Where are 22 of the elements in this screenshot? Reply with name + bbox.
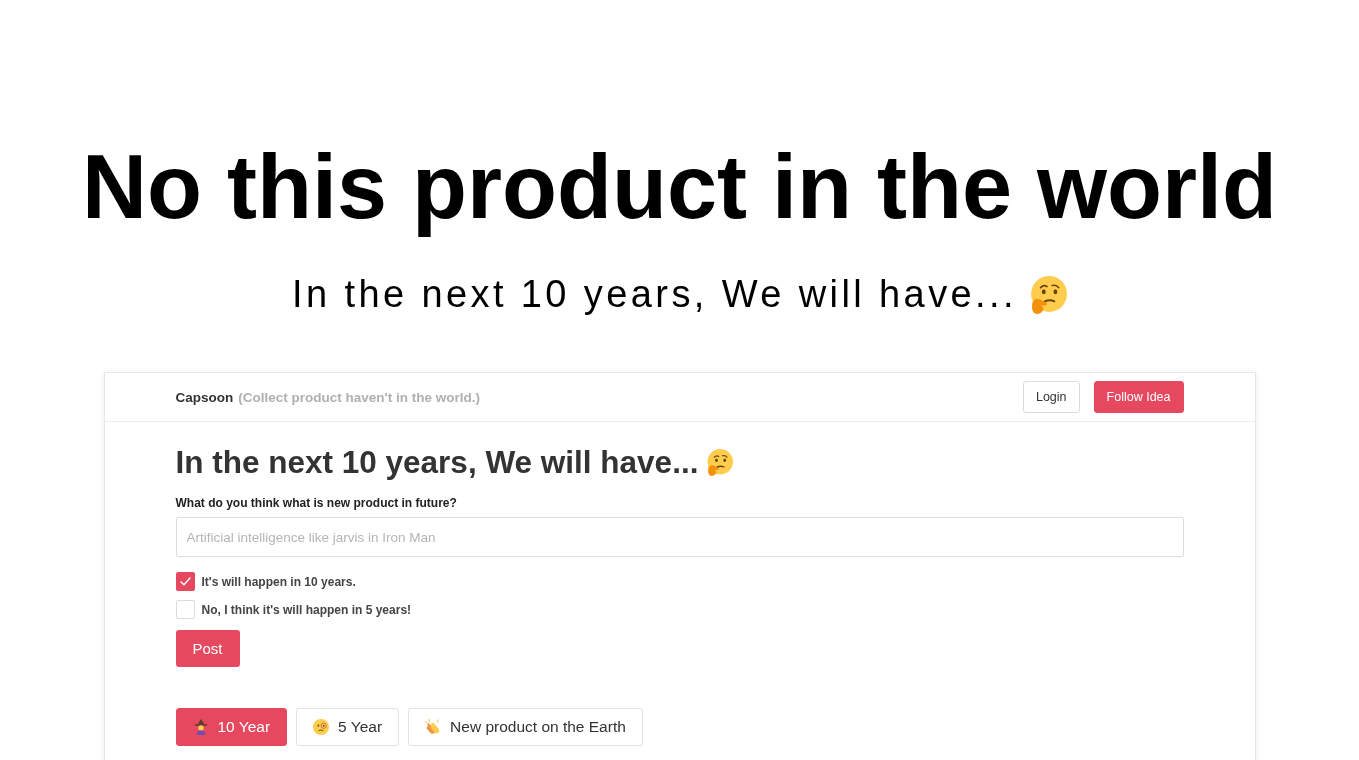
thinking-face-icon (706, 448, 734, 476)
follow-idea-button[interactable]: Follow Idea (1093, 381, 1184, 413)
hero-subtitle: In the next 10 years, We will have... (292, 273, 1017, 316)
login-button[interactable]: Login (1022, 381, 1080, 413)
option-label: No, I think it's will happen in 5 years! (201, 602, 412, 617)
clapping-hands-icon (425, 719, 442, 735)
monocle-face-icon (313, 719, 330, 735)
checkbox[interactable] (175, 572, 195, 591)
question-label: What do you think what is new product in future? (175, 496, 458, 510)
thinking-face-icon (1028, 275, 1067, 314)
brand-name: Capsoon (175, 389, 234, 405)
post-button[interactable]: Post (175, 630, 240, 667)
idea-input-field[interactable]: Artificial intelligence like jarvis in Iron Man (175, 517, 1184, 557)
filter-tab[interactable]: 5 Year (296, 708, 400, 746)
filter-tab[interactable]: 10 Year (175, 708, 288, 746)
option-label: It's will happen in 10 years. (201, 574, 356, 589)
brand-tagline: (Collect product haven't in the world.) (238, 389, 480, 405)
filter-tab[interactable]: New product on the Earth (408, 708, 643, 746)
check-icon (179, 577, 191, 586)
hero-title: No this product in the world (82, 136, 1277, 239)
witch-icon (192, 719, 209, 735)
form-heading: In the next 10 years, We will have... (175, 443, 699, 481)
